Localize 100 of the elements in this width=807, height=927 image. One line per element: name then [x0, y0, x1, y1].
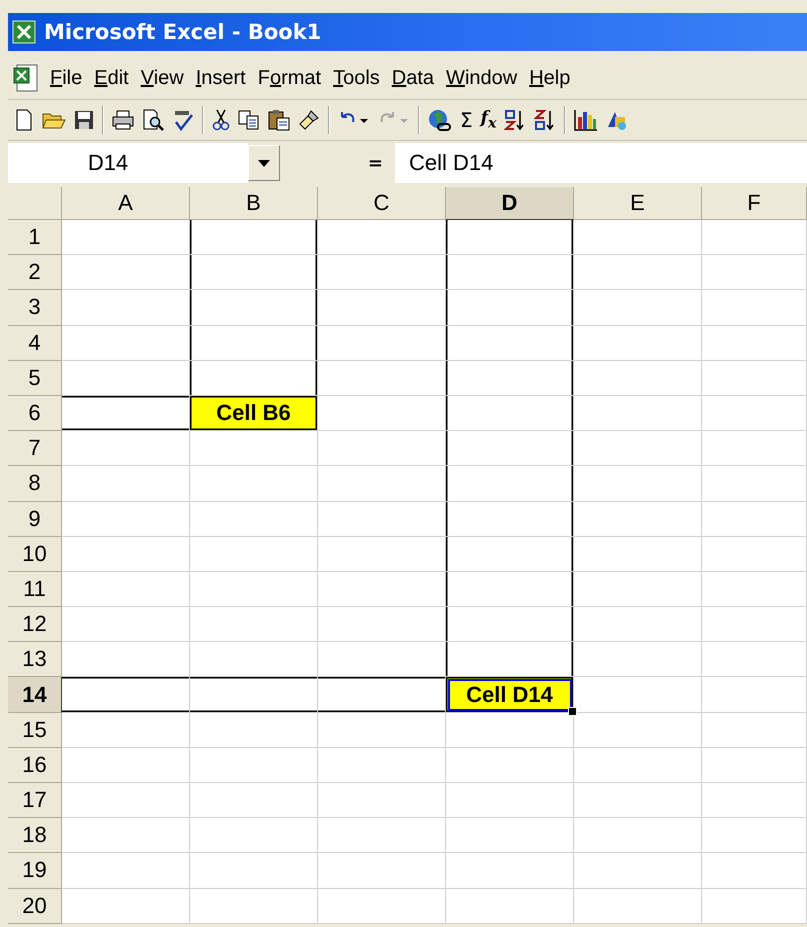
- row-header[interactable]: 11: [8, 572, 62, 608]
- column-header[interactable]: E: [574, 187, 702, 220]
- workbook-icon[interactable]: [12, 63, 40, 93]
- table-cell[interactable]: [190, 326, 318, 361]
- table-cell[interactable]: [446, 783, 574, 818]
- table-cell[interactable]: [62, 290, 190, 326]
- table-cell[interactable]: [318, 220, 446, 256]
- table-cell[interactable]: [574, 396, 702, 432]
- table-cell[interactable]: [318, 536, 446, 572]
- table-cell[interactable]: [446, 536, 574, 572]
- scissors-icon[interactable]: [212, 109, 230, 131]
- table-cell[interactable]: [318, 853, 446, 889]
- table-cell[interactable]: [574, 572, 702, 608]
- table-cell[interactable]: [702, 396, 807, 432]
- table-cell[interactable]: [318, 326, 446, 361]
- table-cell[interactable]: [318, 783, 446, 818]
- row-header[interactable]: 13: [8, 642, 62, 678]
- table-cell[interactable]: [446, 572, 574, 608]
- table-cell[interactable]: [62, 642, 190, 678]
- row-header[interactable]: 15: [8, 712, 62, 748]
- table-cell[interactable]: [446, 431, 574, 466]
- printer-icon[interactable]: [112, 110, 134, 130]
- table-cell[interactable]: [318, 607, 446, 642]
- table-cell[interactable]: [62, 536, 190, 572]
- table-cell[interactable]: [190, 818, 318, 854]
- table-cell[interactable]: [574, 712, 702, 748]
- row-header[interactable]: 3: [8, 290, 62, 326]
- autosum-button[interactable]: Σ: [460, 108, 473, 132]
- table-cell[interactable]: [190, 572, 318, 608]
- row-header[interactable]: 9: [8, 502, 62, 537]
- table-cell[interactable]: [446, 360, 574, 396]
- table-cell[interactable]: [190, 712, 318, 748]
- menu-item[interactable]: Insert: [192, 66, 254, 90]
- table-cell[interactable]: [702, 572, 807, 608]
- table-cell[interactable]: [574, 677, 702, 713]
- row-header[interactable]: 17: [8, 783, 62, 818]
- menu-item[interactable]: Format: [254, 66, 330, 90]
- row-header[interactable]: 16: [8, 748, 62, 783]
- table-cell[interactable]: [446, 326, 574, 361]
- column-header[interactable]: C: [318, 187, 446, 220]
- table-cell[interactable]: [62, 748, 190, 783]
- new-document-icon[interactable]: [14, 109, 34, 131]
- table-cell[interactable]: [446, 255, 574, 290]
- table-cell[interactable]: [702, 748, 807, 783]
- table-cell[interactable]: [190, 607, 318, 642]
- table-cell[interactable]: [62, 502, 190, 537]
- formula-field[interactable]: Cell D14: [395, 143, 807, 183]
- table-cell[interactable]: [62, 712, 190, 748]
- sort-ascending-icon[interactable]: [504, 109, 526, 131]
- copy-icon[interactable]: [238, 110, 260, 130]
- table-cell[interactable]: [318, 642, 446, 678]
- table-cell[interactable]: [62, 572, 190, 608]
- table-cell[interactable]: [574, 853, 702, 889]
- table-cell[interactable]: [574, 360, 702, 396]
- table-cell[interactable]: [62, 677, 190, 713]
- sort-descending-icon[interactable]: [534, 109, 556, 131]
- table-cell[interactable]: [62, 255, 190, 290]
- table-cell[interactable]: [62, 888, 190, 924]
- row-header[interactable]: 18: [8, 818, 62, 854]
- paintbrush-icon[interactable]: [298, 109, 320, 131]
- table-cell[interactable]: [62, 396, 190, 432]
- table-cell[interactable]: [574, 818, 702, 854]
- spelling-check-icon[interactable]: [172, 109, 194, 131]
- table-cell[interactable]: Cell D14: [446, 677, 574, 713]
- row-header[interactable]: 8: [8, 466, 62, 502]
- table-cell[interactable]: [446, 853, 574, 889]
- table-cell[interactable]: [62, 607, 190, 642]
- table-cell[interactable]: [190, 255, 318, 290]
- table-cell[interactable]: [190, 466, 318, 502]
- table-cell[interactable]: [190, 290, 318, 326]
- table-cell[interactable]: [62, 360, 190, 396]
- table-cell[interactable]: [702, 326, 807, 361]
- table-cell[interactable]: [574, 220, 702, 256]
- row-header[interactable]: 14: [8, 677, 62, 713]
- menu-item[interactable]: Window: [442, 66, 526, 90]
- table-cell[interactable]: [190, 642, 318, 678]
- table-cell[interactable]: [702, 853, 807, 889]
- table-cell[interactable]: [318, 431, 446, 466]
- table-cell[interactable]: [190, 888, 318, 924]
- table-cell[interactable]: [702, 360, 807, 396]
- table-cell[interactable]: [702, 677, 807, 713]
- table-cell[interactable]: [574, 502, 702, 537]
- table-cell[interactable]: [574, 431, 702, 466]
- name-box[interactable]: D14: [8, 143, 248, 183]
- menu-item[interactable]: Data: [388, 66, 442, 90]
- table-cell[interactable]: [318, 290, 446, 326]
- table-cell[interactable]: [574, 748, 702, 783]
- row-header[interactable]: 12: [8, 607, 62, 642]
- table-cell[interactable]: [318, 572, 446, 608]
- table-cell[interactable]: [62, 466, 190, 502]
- table-cell[interactable]: [62, 853, 190, 889]
- row-header[interactable]: 5: [8, 360, 62, 396]
- table-cell[interactable]: [702, 536, 807, 572]
- table-cell[interactable]: [190, 677, 318, 713]
- paste-clipboard-icon[interactable]: [268, 109, 290, 131]
- table-cell[interactable]: [190, 853, 318, 889]
- table-cell[interactable]: [574, 607, 702, 642]
- row-header[interactable]: 1: [8, 220, 62, 256]
- table-cell[interactable]: [190, 431, 318, 466]
- table-cell[interactable]: [446, 607, 574, 642]
